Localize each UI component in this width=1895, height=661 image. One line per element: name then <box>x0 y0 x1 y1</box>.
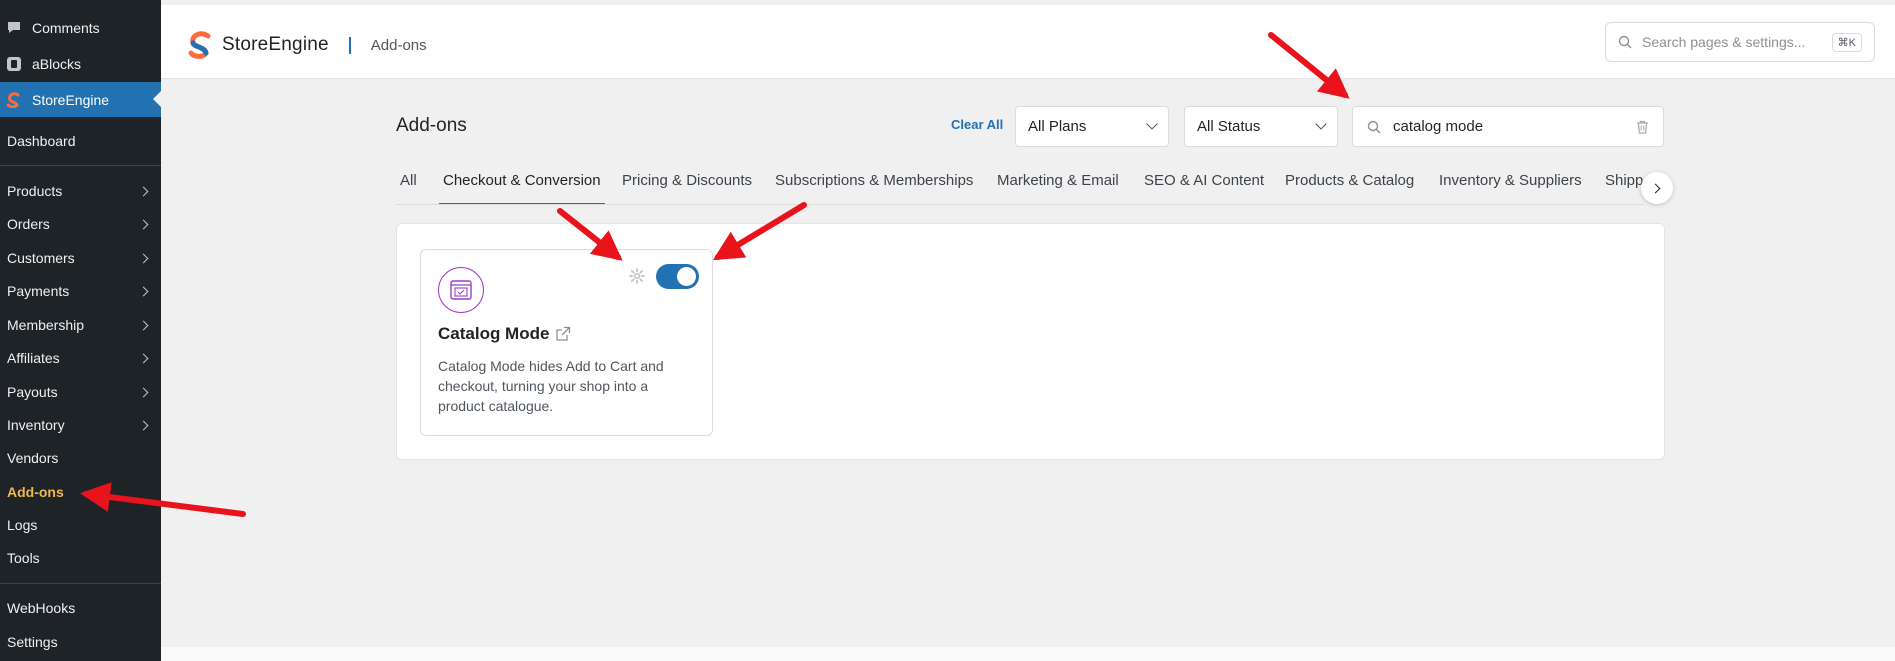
settings-gear-icon[interactable] <box>629 268 645 284</box>
submenu-tools[interactable]: Tools <box>0 547 161 569</box>
submenu-inventory[interactable]: Inventory <box>0 414 161 436</box>
submenu-payments[interactable]: Payments <box>0 280 161 302</box>
plans-select[interactable]: All Plans <box>1015 106 1169 147</box>
addon-card-catalog-mode: Catalog Mode Catalog Mode hides Add to C… <box>420 249 713 436</box>
chevron-down-icon <box>1146 118 1158 130</box>
tab-marketing-email[interactable]: Marketing & Email <box>993 172 1123 204</box>
addon-title-text: Catalog Mode <box>438 324 550 343</box>
brand: StoreEngine Add-ons <box>186 30 427 60</box>
chevron-right-icon <box>138 253 149 263</box>
submenu-membership[interactable]: Membership <box>0 314 161 336</box>
submenu-label: Products <box>7 183 63 199</box>
chevron-right-icon <box>138 186 149 196</box>
submenu-label: Membership <box>7 317 85 333</box>
storeengine-icon <box>6 91 20 108</box>
chevron-down-icon <box>1315 118 1327 130</box>
submenu-label: Dashboard <box>7 133 76 149</box>
category-tabs: All Checkout & Conversion Pricing & Disc… <box>396 172 1644 205</box>
plans-select-value: All Plans <box>1028 118 1087 135</box>
tab-shipping[interactable]: Shipping <box>1601 172 1644 204</box>
ablocks-icon <box>7 57 21 71</box>
comments-icon <box>8 22 20 33</box>
sidebar-item-ablocks[interactable]: aBlocks <box>0 52 161 76</box>
submenu-label: Orders <box>7 216 50 232</box>
addon-enable-toggle[interactable] <box>656 264 699 289</box>
sidebar-item-comments[interactable]: Comments <box>0 16 161 40</box>
submenu-vendors[interactable]: Vendors <box>0 447 161 469</box>
tab-pricing-discounts[interactable]: Pricing & Discounts <box>618 172 756 204</box>
status-select-value: All Status <box>1197 118 1261 135</box>
addon-description: Catalog Mode hides Add to Cart and check… <box>438 358 664 414</box>
chevron-right-icon <box>138 353 149 363</box>
page-footer-strip <box>161 647 1895 661</box>
submenu-products[interactable]: Products <box>0 180 161 202</box>
submenu-customers[interactable]: Customers <box>0 247 161 269</box>
search-icon <box>1367 120 1381 133</box>
submenu-label: Tools <box>7 550 40 566</box>
tab-seo-ai-content[interactable]: SEO & AI Content <box>1140 172 1268 204</box>
divider <box>0 165 161 166</box>
sidebar-item-label: aBlocks <box>32 56 82 72</box>
submenu-affiliates[interactable]: Affiliates <box>0 347 161 369</box>
addon-title[interactable]: Catalog Mode <box>438 324 571 344</box>
submenu-settings[interactable]: Settings <box>0 631 161 653</box>
status-select[interactable]: All Status <box>1184 106 1338 147</box>
search-value: catalog mode <box>1393 118 1484 135</box>
tab-all[interactable]: All <box>396 172 421 204</box>
submenu-label: Logs <box>7 517 38 533</box>
tab-inventory-suppliers[interactable]: Inventory & Suppliers <box>1435 172 1586 204</box>
submenu-label: Payments <box>7 283 70 299</box>
admin-sidebar: Comments aBlocks StoreEngine Dashboard P… <box>0 0 162 661</box>
storeengine-logo-icon <box>188 31 211 59</box>
submenu-webhooks[interactable]: WebHooks <box>0 597 161 619</box>
submenu-label: Inventory <box>7 417 65 433</box>
submenu-label: Customers <box>7 250 75 266</box>
chevron-right-icon <box>138 286 149 296</box>
external-link-icon[interactable] <box>555 326 571 342</box>
brand-divider <box>348 36 351 54</box>
global-search-input[interactable]: Search pages & settings... ⌘K <box>1605 22 1875 62</box>
active-menu-pointer <box>153 90 162 108</box>
submenu-orders[interactable]: Orders <box>0 213 161 235</box>
trash-icon[interactable] <box>1636 120 1649 134</box>
chevron-right-icon <box>1650 183 1661 193</box>
catalog-icon <box>438 267 484 313</box>
sidebar-item-storeengine[interactable]: StoreEngine <box>0 82 161 117</box>
tab-subscriptions-memberships[interactable]: Subscriptions & Memberships <box>771 172 977 204</box>
addon-search-input[interactable]: catalog mode <box>1352 106 1664 147</box>
app-header: StoreEngine Add-ons Search pages & setti… <box>161 5 1895 79</box>
chevron-right-icon <box>138 420 149 430</box>
brand-name: StoreEngine <box>222 34 329 55</box>
sidebar-item-label: StoreEngine <box>32 91 110 108</box>
submenu-label: Vendors <box>7 450 59 466</box>
search-icon <box>1618 35 1632 49</box>
submenu-addons[interactable]: Add-ons <box>0 481 161 503</box>
page-title: Add-ons <box>396 115 467 136</box>
chevron-right-icon <box>138 320 149 330</box>
chevron-right-icon <box>138 387 149 397</box>
tab-checkout-conversion[interactable]: Checkout & Conversion <box>439 172 605 204</box>
submenu-label: Settings <box>7 634 58 650</box>
shortcut-badge: ⌘K <box>1831 32 1862 52</box>
toggle-knob <box>677 267 696 286</box>
tabs-scroll-right-button[interactable] <box>1641 172 1673 204</box>
submenu-logs[interactable]: Logs <box>0 514 161 536</box>
breadcrumb[interactable]: Add-ons <box>371 37 427 54</box>
tab-products-catalog[interactable]: Products & Catalog <box>1281 172 1418 204</box>
submenu-label: WebHooks <box>7 600 76 616</box>
submenu-dashboard[interactable]: Dashboard <box>0 130 161 152</box>
submenu-label: Add-ons <box>7 484 64 500</box>
chevron-right-icon <box>138 219 149 229</box>
search-placeholder: Search pages & settings... <box>1642 34 1806 50</box>
clear-all-button[interactable]: Clear All <box>951 117 1003 132</box>
submenu-label: Payouts <box>7 384 58 400</box>
sidebar-item-label: Comments <box>32 20 100 36</box>
submenu-payouts[interactable]: Payouts <box>0 381 161 403</box>
divider <box>0 583 161 584</box>
submenu-label: Affiliates <box>7 350 60 366</box>
